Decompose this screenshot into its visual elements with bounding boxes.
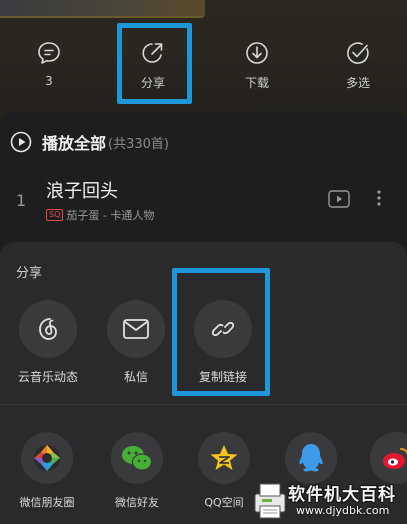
download-label: 下载 xyxy=(244,76,269,90)
watermark-url: www.djydbk.com xyxy=(296,504,390,517)
play-all-button[interactable]: 播放全部 (共330首) xyxy=(10,130,169,154)
download-button[interactable]: 下载 xyxy=(222,40,292,91)
wechat-icon xyxy=(122,446,153,471)
song-index: 1 xyxy=(16,191,27,210)
private-message-label: 私信 xyxy=(123,370,148,384)
copy-link-highlight-box xyxy=(172,268,270,396)
song-title: 浪子回头 xyxy=(46,181,118,202)
cloud-music-feed-icon xyxy=(39,318,57,340)
watermark: 软件机大百科 www.djydbk.com xyxy=(250,478,407,524)
play-all-label: 播放全部 xyxy=(42,134,107,153)
more-vertical-icon[interactable] xyxy=(372,188,386,208)
comment-count: 3 xyxy=(45,74,53,88)
watermark-text: 软件机大百科 xyxy=(288,485,396,505)
multi-select-icon xyxy=(347,42,369,64)
wechat-friends-circle xyxy=(111,432,163,484)
qzone-circle xyxy=(198,432,250,484)
download-icon xyxy=(246,42,268,64)
wechat-moments-label: 微信朋友圈 xyxy=(19,496,75,509)
share-divider xyxy=(0,404,407,405)
wechat-moments-circle xyxy=(21,432,73,484)
share-highlight-box xyxy=(117,23,192,104)
song-artist-album: 茄子蛋 - 卡通人物 xyxy=(66,209,155,222)
cloud-music-feed-label: 云音乐动态 xyxy=(17,370,78,384)
multi-select-button[interactable]: 多选 xyxy=(323,40,393,91)
watermark-printer-icon xyxy=(254,483,286,519)
album-art-strip xyxy=(0,0,205,18)
weibo-circle xyxy=(370,432,407,484)
cloud-music-feed-circle xyxy=(19,300,77,358)
share-private-message[interactable]: 私信 xyxy=(96,300,176,385)
song-count: (共330首) xyxy=(108,136,169,152)
quality-badge: SQ xyxy=(46,209,64,221)
comment-button[interactable]: 3 xyxy=(14,40,84,88)
play-circle-icon xyxy=(10,131,32,153)
share-wechat-moments[interactable]: 微信朋友圈 xyxy=(6,432,88,510)
song-meta: SQ 茄子蛋 - 卡通人物 xyxy=(46,207,154,223)
qq-circle xyxy=(285,432,337,484)
multi-select-label: 多选 xyxy=(345,76,370,90)
qzone-icon xyxy=(210,445,238,470)
comment-icon xyxy=(38,42,60,64)
weibo-icon xyxy=(383,448,407,469)
qq-icon xyxy=(299,444,323,472)
share-sheet-title: 分享 xyxy=(16,266,43,281)
wechat-moments-icon xyxy=(34,445,60,471)
mv-play-icon[interactable] xyxy=(328,190,350,208)
share-cloud-music-feed[interactable]: 云音乐动态 xyxy=(8,300,88,385)
action-row: 3 分享 下载 多选 xyxy=(0,40,407,102)
wechat-friends-label: 微信好友 xyxy=(115,496,159,509)
private-message-circle xyxy=(107,300,165,358)
share-wechat-friends[interactable]: 微信好友 xyxy=(96,432,178,510)
mail-icon xyxy=(123,319,149,339)
